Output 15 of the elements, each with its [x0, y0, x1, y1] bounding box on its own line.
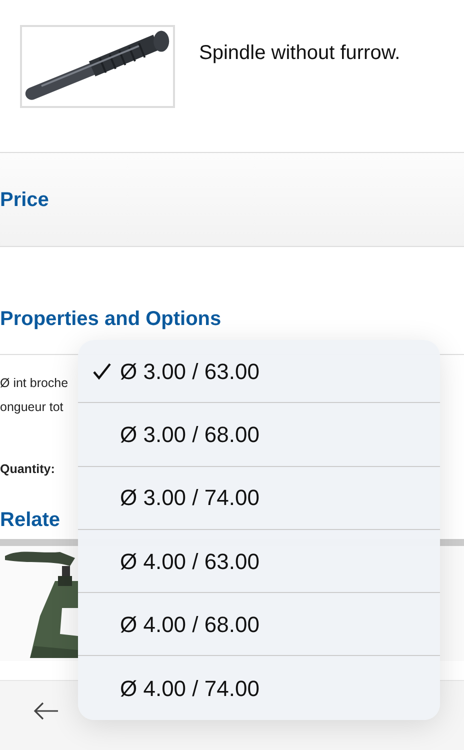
section-heading: Price: [0, 188, 49, 212]
dropdown-option[interactable]: Ø 3.00 / 63.00: [78, 340, 440, 404]
section-heading: Relate: [0, 509, 60, 531]
property-label: ongueur tot: [0, 399, 64, 416]
checkmark-icon: [92, 361, 112, 382]
dropdown-option[interactable]: Ø 3.00 / 74.00: [78, 466, 440, 530]
property-label: Ø int broche: [0, 375, 68, 392]
dropdown-option[interactable]: Ø 4.00 / 63.00: [78, 530, 440, 594]
back-icon[interactable]: [33, 702, 59, 720]
quantity-label: Quantity:: [0, 462, 55, 476]
product-description: Spindle without furrow.: [199, 41, 400, 66]
dropdown-option[interactable]: Ø 4.00 / 68.00: [78, 593, 440, 656]
section-heading: Properties and Options: [0, 307, 222, 332]
dropdown-option[interactable]: Ø 3.00 / 68.00: [78, 403, 440, 467]
dropdown-option[interactable]: Ø 4.00 / 74.00: [78, 656, 440, 720]
